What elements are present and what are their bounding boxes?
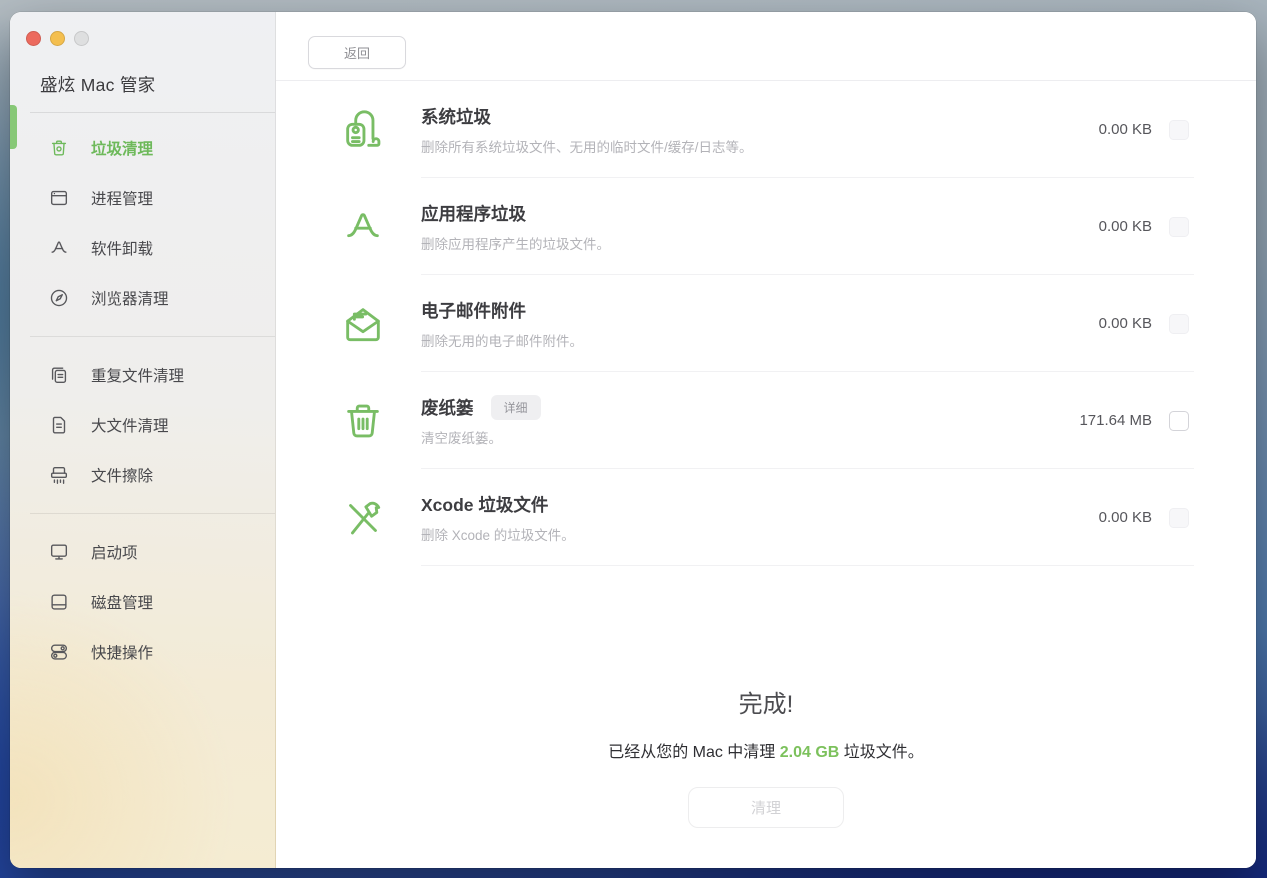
- row-description: 删除应用程序产生的垃圾文件。: [421, 233, 1099, 253]
- row-checkbox[interactable]: [1169, 411, 1189, 431]
- back-button[interactable]: 返回: [308, 36, 406, 69]
- sidebar-item-label: 重复文件清理: [91, 364, 184, 386]
- cleanup-row: 废纸篓详细 清空废纸篓。 171.64 MB: [276, 372, 1256, 469]
- sidebar-item-大文件清理[interactable]: 大文件清理: [10, 400, 275, 450]
- monitor-icon: [48, 541, 70, 563]
- sidebar-item-重复文件清理[interactable]: 重复文件清理: [10, 350, 275, 400]
- row-checkbox: [1169, 120, 1189, 140]
- toggles-icon: [48, 641, 70, 663]
- row-checkbox: [1169, 314, 1189, 334]
- duplicate-icon: [48, 364, 70, 386]
- sidebar-item-label: 软件卸载: [91, 237, 153, 259]
- vacuum-icon: [340, 107, 386, 153]
- sidebar-item-label: 垃圾清理: [91, 137, 153, 159]
- row-title: 废纸篓: [421, 395, 474, 420]
- row-title: 电子邮件附件: [421, 298, 526, 323]
- sidebar-item-垃圾清理[interactable]: 垃圾清理: [10, 123, 275, 173]
- zoom-button[interactable]: [74, 31, 89, 46]
- row-size: 0.00 KB: [1099, 315, 1152, 332]
- result-message-prefix: 已经从您的 Mac 中清理: [608, 744, 780, 761]
- window-icon: [48, 187, 70, 209]
- cleanup-row: 应用程序垃圾 删除应用程序产生的垃圾文件。 0.00 KB: [276, 178, 1256, 275]
- sidebar-item-label: 进程管理: [91, 187, 153, 209]
- row-size: 0.00 KB: [1099, 218, 1152, 235]
- detail-badge-button[interactable]: 详细: [491, 395, 541, 420]
- minimize-button[interactable]: [50, 31, 65, 46]
- row-size: 0.00 KB: [1099, 121, 1152, 138]
- mail-icon: [340, 301, 386, 347]
- row-description: 清空废纸篓。: [421, 427, 1079, 447]
- sidebar-item-浏览器清理[interactable]: 浏览器清理: [10, 273, 275, 323]
- sidebar-item-进程管理[interactable]: 进程管理: [10, 173, 275, 223]
- trash-icon: [48, 137, 70, 159]
- appstore-icon: [48, 237, 70, 259]
- sidebar-item-label: 大文件清理: [91, 414, 169, 436]
- row-title: Xcode 垃圾文件: [421, 492, 548, 517]
- close-button[interactable]: [26, 31, 41, 46]
- shredder-icon: [48, 464, 70, 486]
- sidebar-group-divider: [30, 336, 275, 337]
- result-message-suffix: 垃圾文件。: [839, 744, 923, 761]
- result-message: 已经从您的 Mac 中清理 2.04 GB 垃圾文件。: [276, 738, 1256, 762]
- cleanup-list: 系统垃圾 删除所有系统垃圾文件、无用的临时文件/缓存/日志等。 0.00 KB …: [276, 81, 1256, 566]
- app-title: 盛炫 Mac 管家: [40, 72, 275, 97]
- app-window: 盛炫 Mac 管家 垃圾清理进程管理软件卸载浏览器清理重复文件清理大文件清理文件…: [10, 12, 1256, 868]
- main-panel: 返回 系统垃圾 删除所有系统垃圾文件、无用的临时文件/缓存/日志等。 0.00 …: [276, 12, 1256, 868]
- appstore-icon: [340, 204, 386, 250]
- hammer-icon: [340, 495, 386, 541]
- row-title: 应用程序垃圾: [421, 201, 526, 226]
- trashbin-icon: [340, 398, 386, 444]
- active-item-indicator: [10, 105, 17, 149]
- sidebar-item-label: 磁盘管理: [91, 591, 153, 613]
- sidebar-item-label: 快捷操作: [91, 641, 153, 663]
- cleanup-row: 系统垃圾 删除所有系统垃圾文件、无用的临时文件/缓存/日志等。 0.00 KB: [276, 81, 1256, 178]
- sidebar-item-label: 浏览器清理: [91, 287, 169, 309]
- document-icon: [48, 414, 70, 436]
- sidebar-item-文件擦除[interactable]: 文件擦除: [10, 450, 275, 500]
- cleaned-size-value: 2.04 GB: [780, 744, 840, 761]
- row-size: 171.64 MB: [1079, 412, 1152, 429]
- sidebar-item-磁盘管理[interactable]: 磁盘管理: [10, 577, 275, 627]
- sidebar-item-软件卸载[interactable]: 软件卸载: [10, 223, 275, 273]
- sidebar-item-label: 文件擦除: [91, 464, 153, 486]
- compass-icon: [48, 287, 70, 309]
- clean-button[interactable]: 清理: [688, 787, 844, 828]
- row-description: 删除 Xcode 的垃圾文件。: [421, 524, 1099, 544]
- row-description: 删除所有系统垃圾文件、无用的临时文件/缓存/日志等。: [421, 136, 1099, 156]
- result-title: 完成!: [276, 684, 1256, 719]
- sidebar-item-启动项[interactable]: 启动项: [10, 527, 275, 577]
- disk-icon: [48, 591, 70, 613]
- cleanup-row: 电子邮件附件 删除无用的电子邮件附件。 0.00 KB: [276, 275, 1256, 372]
- traffic-lights: [10, 12, 275, 46]
- row-checkbox: [1169, 217, 1189, 237]
- sidebar-nav: 垃圾清理进程管理软件卸载浏览器清理重复文件清理大文件清理文件擦除启动项磁盘管理快…: [10, 113, 275, 677]
- cleanup-row: Xcode 垃圾文件 删除 Xcode 的垃圾文件。 0.00 KB: [276, 469, 1256, 566]
- row-title: 系统垃圾: [421, 104, 491, 129]
- row-size: 0.00 KB: [1099, 509, 1152, 526]
- topbar: 返回: [276, 12, 1256, 81]
- sidebar: 盛炫 Mac 管家 垃圾清理进程管理软件卸载浏览器清理重复文件清理大文件清理文件…: [10, 12, 276, 868]
- sidebar-item-label: 启动项: [91, 541, 138, 563]
- sidebar-item-快捷操作[interactable]: 快捷操作: [10, 627, 275, 677]
- sidebar-group-divider: [30, 513, 275, 514]
- result-section: 完成! 已经从您的 Mac 中清理 2.04 GB 垃圾文件。 清理: [276, 684, 1256, 828]
- row-description: 删除无用的电子邮件附件。: [421, 330, 1099, 350]
- row-checkbox: [1169, 508, 1189, 528]
